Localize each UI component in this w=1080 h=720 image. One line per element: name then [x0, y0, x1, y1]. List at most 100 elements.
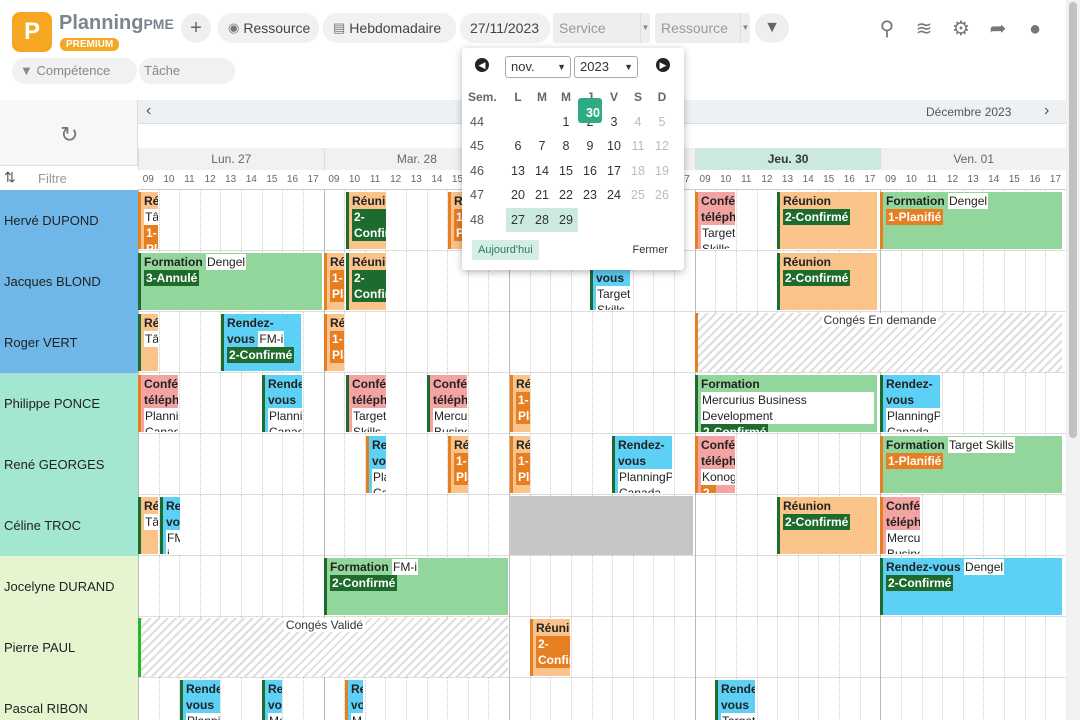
calendar-day[interactable]: 21	[530, 183, 554, 208]
event-block[interactable]: Rendez-vous Mé	[345, 680, 363, 720]
resource-name[interactable]: Céline TROC	[0, 495, 138, 556]
event-block[interactable]: Rendez-vous Planning	[180, 680, 220, 720]
calendar-day[interactable]: 4	[626, 110, 650, 135]
event-block[interactable]: Réunion2-Confirmé	[530, 619, 570, 676]
prev-period-button[interactable]: ‹	[146, 102, 151, 120]
calendar-day[interactable]: 17	[602, 159, 626, 184]
event-block[interactable]: Formation Dengel 3-Annulé	[138, 253, 322, 310]
event-block[interactable]: Formation Mercurius Business Development…	[695, 375, 877, 432]
calendar-day[interactable]: 5	[650, 110, 674, 135]
user-icon[interactable]: ●	[1020, 14, 1050, 44]
event-block[interactable]: Réunion Tâche	[138, 497, 158, 554]
event-block[interactable]: Formation Dengel 1-Planifié	[880, 192, 1062, 249]
resource-name[interactable]: Pierre PAUL	[0, 617, 138, 678]
skill-filter[interactable]: ▼ Compétence	[12, 58, 137, 84]
close-button[interactable]: Fermer	[633, 240, 668, 260]
resource-select[interactable]: Ressource ▼	[655, 13, 750, 43]
event-block[interactable]: Rendez-vous Target	[715, 680, 755, 720]
search-icon[interactable]: ⚲	[872, 14, 902, 44]
next-period-button[interactable]: ›	[1044, 102, 1049, 120]
calendar-day[interactable]: 23	[578, 183, 602, 208]
task-filter[interactable]: Tâche	[137, 58, 235, 84]
share-icon[interactable]: ➦	[983, 14, 1013, 44]
calendar-day[interactable]: 26	[650, 183, 674, 208]
calendar-day[interactable]: 19	[650, 159, 674, 184]
event-block[interactable]: Rendez-vous FM-i	[160, 497, 180, 554]
calendar-day[interactable]: 20	[506, 183, 530, 208]
resource-name[interactable]: René GEORGES	[0, 434, 138, 495]
today-button[interactable]: Aujourd'hui	[472, 240, 539, 260]
add-button[interactable]: +	[181, 13, 211, 43]
calendar-day[interactable]: 15	[554, 159, 578, 184]
resource-name[interactable]: Roger VERT	[0, 312, 138, 373]
event-block[interactable]: Conférence téléphonique Konogan2-	[695, 436, 735, 493]
event-block[interactable]: Réunion1-Planifié	[324, 314, 344, 371]
calendar-day[interactable]: 30	[578, 98, 602, 123]
calendar-day[interactable]: 28	[530, 207, 554, 232]
event-block[interactable]: Réunion2-Confirmé	[777, 192, 877, 249]
gear-icon[interactable]: ⚙	[946, 14, 976, 44]
event-block[interactable]: Conférence téléphonique Planning Canada	[138, 375, 178, 432]
calendar-day[interactable]: 22	[554, 183, 578, 208]
calendar-day[interactable]: 29	[554, 207, 578, 232]
event-block[interactable]: Rendez-vous Dengel 2-Confirmé	[880, 558, 1062, 615]
event-block[interactable]: Rendez-vous PlanningP Canada	[612, 436, 672, 493]
event-block[interactable]: Réunion2-Confirmé	[346, 253, 386, 310]
event-block[interactable]: Réunion2-Confirmé	[777, 497, 877, 554]
calendar-day[interactable]: 7	[530, 134, 554, 159]
event-block[interactable]: Rendez-vous FM-i 2-Confirmé	[221, 314, 301, 371]
leave-block[interactable]: Congés Validé	[138, 618, 508, 677]
prev-month-icon[interactable]: ◀	[475, 58, 489, 72]
vertical-scrollbar[interactable]	[1066, 0, 1080, 720]
next-month-icon[interactable]: ▶	[656, 58, 670, 72]
service-select[interactable]: Service ▼	[553, 13, 650, 43]
event-block[interactable]: Rendez-vous Planning Canada	[366, 436, 386, 493]
event-block[interactable]: Conférence téléphonique Target Skills	[346, 375, 386, 432]
calendar-day[interactable]: 14	[530, 159, 554, 184]
calendar-day[interactable]: 25	[626, 183, 650, 208]
resource-name[interactable]: Philippe PONCE	[0, 373, 138, 434]
calendar-day[interactable]: 27	[506, 207, 530, 232]
month-select[interactable]: nov. ▼	[505, 56, 571, 78]
date-input[interactable]: 27/11/2023	[460, 13, 550, 43]
event-block[interactable]: Réunion Tâche1-Planifié	[138, 192, 158, 249]
calendar-day[interactable]: 3	[602, 110, 626, 135]
database-icon[interactable]: ≋	[909, 14, 939, 44]
calendar-day[interactable]: 11	[626, 134, 650, 159]
event-block[interactable]: Rendez-vous PlanningP Canada	[880, 375, 940, 432]
calendar-day[interactable]: 24	[602, 183, 626, 208]
resource-name[interactable]: Jacques BLOND	[0, 251, 138, 312]
resource-view-button[interactable]: ◉ Ressource	[218, 13, 319, 43]
calendar-day[interactable]: 10	[602, 134, 626, 159]
event-block[interactable]: Réunion1-Planifié	[324, 253, 344, 310]
calendar-day[interactable]: 8	[554, 134, 578, 159]
resource-name[interactable]: Hervé DUPOND	[0, 190, 138, 251]
year-select[interactable]: 2023 ▼	[574, 56, 638, 78]
calendar-day[interactable]: 13	[506, 159, 530, 184]
calendar-day[interactable]: 6	[506, 134, 530, 159]
event-block[interactable]: Réunion1-Planifié	[448, 436, 468, 493]
event-block[interactable]: Réunion2-Confirmé	[777, 253, 877, 310]
event-block[interactable]: Formation FM-i 2-Confirmé	[324, 558, 508, 615]
event-block[interactable]: Réunion1-Planifié	[510, 375, 530, 432]
resource-name[interactable]: Jocelyne DURAND	[0, 556, 138, 617]
app-logo[interactable]: P PlanningPME PREMIUM	[12, 8, 174, 52]
event-block[interactable]: Conférence téléphonique Mercurius Busine…	[427, 375, 467, 432]
event-block[interactable]: Réunion Tâche	[138, 314, 158, 371]
refresh-icon[interactable]: ↻	[60, 122, 78, 148]
event-block[interactable]: Réunion1-Planifié	[510, 436, 530, 493]
event-block[interactable]: Réunion2-Confirmé	[346, 192, 386, 249]
filter-button[interactable]: ▼	[755, 13, 789, 43]
resource-filter-input[interactable]: Filtre	[38, 171, 67, 186]
event-block[interactable]: Formation Target Skills 1-Planifié	[880, 436, 1062, 493]
calendar-day[interactable]: 1	[554, 110, 578, 135]
leave-block[interactable]: Congés En demande	[695, 313, 1062, 372]
event-block[interactable]: Rendez-vous Planning Canada	[262, 375, 302, 432]
scrollbar-thumb[interactable]	[1069, 2, 1077, 438]
resource-name[interactable]: Pascal RIBON	[0, 678, 138, 720]
period-select[interactable]: ▤ Hebdomadaire	[323, 13, 456, 43]
calendar-day[interactable]: 12	[650, 134, 674, 159]
event-block[interactable]: Rendez-vous Mé	[262, 680, 282, 720]
calendar-day[interactable]: 16	[578, 159, 602, 184]
calendar-day[interactable]: 18	[626, 159, 650, 184]
